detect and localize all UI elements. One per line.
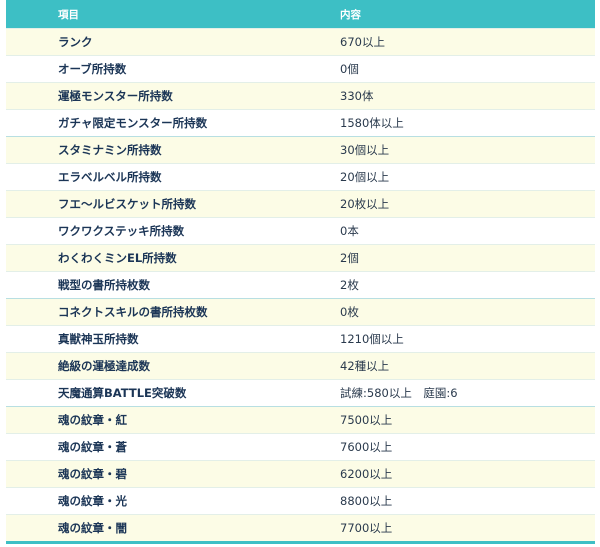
data-table: 項目 内容 ランク 670以上 オーブ所持数 0個 運極モンスター所持数 330…	[6, 0, 595, 544]
header-row: 項目 内容	[6, 0, 595, 29]
row-name: コネクトスキルの書所持枚数	[6, 298, 285, 326]
row-value: 0個	[285, 55, 595, 83]
table-row: エラベルベル所持数 20個以上	[6, 163, 595, 191]
table-row: 運極モンスター所持数 330体	[6, 82, 595, 110]
table-row: 魂の紋章・光 8800以上	[6, 487, 595, 515]
row-name: 魂の紋章・蒼	[6, 433, 285, 461]
table-row: コネクトスキルの書所持枚数 0枚	[6, 298, 595, 326]
row-name: 魂の紋章・光	[6, 487, 285, 515]
table-row: 戦型の書所持枚数 2枚	[6, 271, 595, 299]
row-value: 2枚	[285, 271, 595, 299]
table-row: ワクワクステッキ所持数 0本	[6, 217, 595, 245]
row-name: オーブ所持数	[6, 55, 285, 83]
row-name: 魂の紋章・闇	[6, 514, 285, 544]
table-row: 魂の紋章・紅 7500以上	[6, 406, 595, 434]
table-row: 魂の紋章・闇 7700以上	[6, 514, 595, 544]
row-name: スタミナミン所持数	[6, 136, 285, 164]
row-value: 20枚以上	[285, 190, 595, 218]
table-row: 真獣神玉所持数 1210個以上	[6, 325, 595, 353]
row-value: 1210個以上	[285, 325, 595, 353]
header-item: 項目	[6, 0, 285, 29]
row-value: 1580体以上	[285, 109, 595, 137]
table-row: ガチャ限定モンスター所持数 1580体以上	[6, 109, 595, 137]
row-name: わくわくミンEL所持数	[6, 244, 285, 272]
row-name: 絶級の運極達成数	[6, 352, 285, 380]
row-name: ガチャ限定モンスター所持数	[6, 109, 285, 137]
row-name: 戦型の書所持枚数	[6, 271, 285, 299]
row-name: 真獣神玉所持数	[6, 325, 285, 353]
row-name: ランク	[6, 28, 285, 56]
row-name: 魂の紋章・紅	[6, 406, 285, 434]
table-row: オーブ所持数 0個	[6, 55, 595, 83]
row-value: 2個	[285, 244, 595, 272]
row-value: 0本	[285, 217, 595, 245]
row-value: 8800以上	[285, 487, 595, 515]
row-value: 7600以上	[285, 433, 595, 461]
account-info-table: 項目 内容 ランク 670以上 オーブ所持数 0個 運極モンスター所持数 330…	[6, 0, 595, 544]
row-value: 6200以上	[285, 460, 595, 488]
table-row: 魂の紋章・碧 6200以上	[6, 460, 595, 488]
table-header: 項目 内容	[6, 0, 595, 29]
row-name: 運極モンスター所持数	[6, 82, 285, 110]
row-value: 7700以上	[285, 514, 595, 544]
header-content: 内容	[285, 0, 595, 29]
table-row: 魂の紋章・蒼 7600以上	[6, 433, 595, 461]
table-row: 絶級の運極達成数 42種以上	[6, 352, 595, 380]
row-name: ワクワクステッキ所持数	[6, 217, 285, 245]
row-value: 20個以上	[285, 163, 595, 191]
row-name: 魂の紋章・碧	[6, 460, 285, 488]
table-body: ランク 670以上 オーブ所持数 0個 運極モンスター所持数 330体 ガチャ限…	[6, 28, 595, 544]
row-value: 0枚	[285, 298, 595, 326]
row-value: 670以上	[285, 28, 595, 56]
row-name: 天魔通算BATTLE突破数	[6, 379, 285, 407]
row-name: フエ～ルビスケット所持数	[6, 190, 285, 218]
row-value: 42種以上	[285, 352, 595, 380]
row-value: 試練:580以上 庭園:6	[285, 379, 595, 407]
row-value: 330体	[285, 82, 595, 110]
table-row: スタミナミン所持数 30個以上	[6, 136, 595, 164]
row-name: エラベルベル所持数	[6, 163, 285, 191]
table-row: わくわくミンEL所持数 2個	[6, 244, 595, 272]
row-value: 7500以上	[285, 406, 595, 434]
table-row: 天魔通算BATTLE突破数 試練:580以上 庭園:6	[6, 379, 595, 407]
table-row: フエ～ルビスケット所持数 20枚以上	[6, 190, 595, 218]
row-value: 30個以上	[285, 136, 595, 164]
table-row: ランク 670以上	[6, 28, 595, 56]
